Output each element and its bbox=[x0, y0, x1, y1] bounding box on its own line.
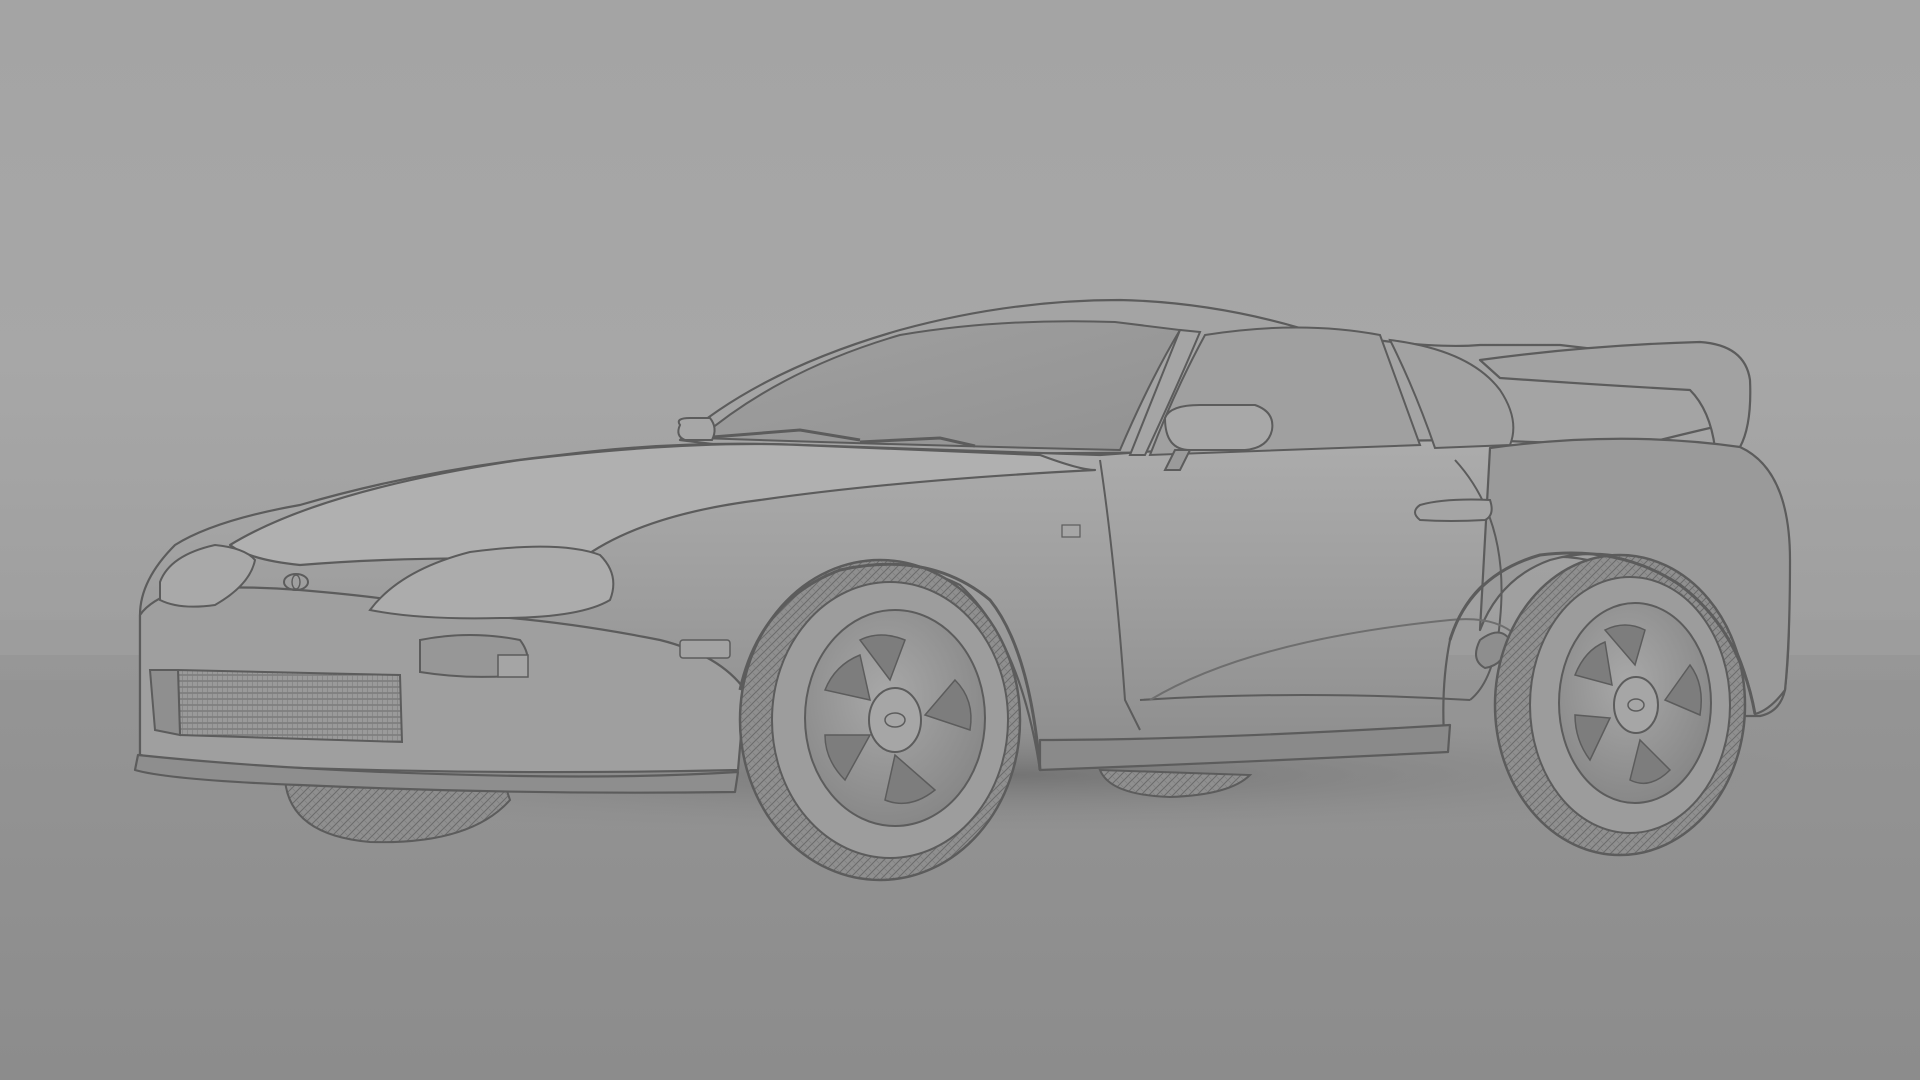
left-side-mirror bbox=[677, 417, 716, 441]
rear-hub bbox=[1613, 676, 1659, 734]
door-handle bbox=[1414, 498, 1493, 522]
fender-marker bbox=[1061, 524, 1081, 538]
front-hub bbox=[868, 687, 922, 753]
front-vent-left bbox=[148, 669, 182, 737]
side-marker-front bbox=[679, 639, 731, 659]
fog-light-lens bbox=[497, 654, 529, 678]
front-grille bbox=[176, 668, 404, 744]
render-scene bbox=[0, 0, 1920, 1080]
rear-wheel bbox=[1493, 553, 1747, 857]
render-viewport bbox=[0, 0, 1920, 1080]
